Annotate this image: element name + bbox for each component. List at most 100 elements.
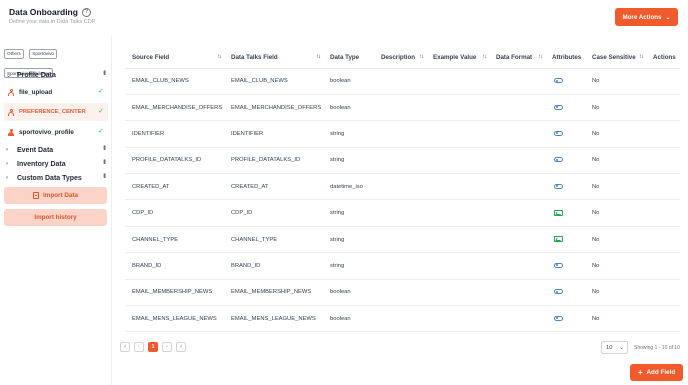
case-sensitive-cell: No (585, 252, 646, 280)
source-field-cell: CREATED_AT (125, 173, 224, 201)
showing-count: Showing 1 - 10 of 10 (634, 345, 680, 351)
column-header-label: Data Talks Field (231, 54, 278, 62)
per-page-select[interactable]: 10 ⌄ (601, 341, 628, 354)
column-header[interactable]: Case Sensitive ↑↓ (585, 48, 646, 69)
data-type-cell: boolean (323, 68, 374, 95)
toggle-icon[interactable] (554, 104, 563, 110)
data-type-cell: boolean (323, 305, 374, 333)
data-format-cell (489, 94, 545, 122)
more-actions-button[interactable]: More Actions ⌄ (615, 8, 678, 26)
column-header[interactable]: Data Format ↑↓ (489, 48, 545, 69)
data-format-cell (489, 68, 545, 95)
table-row[interactable]: CREATED_AT CREATED_AT datetime_iso No (125, 173, 680, 201)
actions-cell (646, 252, 680, 280)
actions-cell (646, 94, 680, 122)
identity-icon[interactable] (554, 209, 563, 216)
datatalks-field-cell: EMAIL_MERCHANDISE_OFFERS (224, 94, 323, 122)
tree-profile-data[interactable]: ⌄ Profile Data ••• (0, 68, 112, 82)
sidebar: Others Sportovivo SportovivoMobileApp ⌄ … (0, 36, 112, 385)
import-history-button[interactable]: Import history (4, 209, 107, 226)
prev-page-button[interactable]: ‹ (134, 342, 144, 352)
description-cell (374, 173, 426, 201)
table-row[interactable]: EMAIL_MEMBERSHIP_NEWS EMAIL_MEMBERSHIP_NE… (125, 279, 680, 307)
column-header: Data Type (323, 48, 374, 69)
attributes-cell (545, 120, 585, 148)
document-icon (33, 192, 39, 199)
title-row: Data Onboarding ? (9, 7, 91, 17)
table-row[interactable]: EMAIL_MERCHANDISE_OFFERS EMAIL_MERCHANDIS… (125, 94, 680, 122)
chevron-right-icon: › (6, 161, 8, 167)
toggle-icon[interactable] (554, 315, 563, 321)
toggle-icon[interactable] (554, 157, 563, 163)
table-row[interactable]: CDP_ID CDP_ID string No (125, 199, 680, 227)
import-data-button[interactable]: Import Data (4, 187, 107, 204)
example-value-cell (426, 279, 489, 307)
identity-icon[interactable] (554, 236, 563, 243)
column-header-label: Source Field (132, 54, 170, 62)
column-header[interactable]: Data Talks Field ↑↓ (224, 48, 323, 69)
sort-icon[interactable]: ↑↓ (482, 54, 487, 60)
attributes-cell (545, 199, 585, 227)
toggle-icon[interactable] (554, 289, 563, 295)
actions-cell (646, 68, 680, 95)
table-row[interactable]: PROFILE_DATATALKS_ID PROFILE_DATATALKS_ID… (125, 147, 680, 175)
page-header: Data Onboarding ? Define your data in Da… (0, 0, 688, 36)
sort-icon[interactable]: ↑↓ (639, 54, 644, 60)
fields-table-container: Source Field ↑↓ Data Talks Field ↑↓ Data T… (125, 48, 685, 333)
actions-cell (646, 199, 680, 227)
add-field-button[interactable]: + Add Field (630, 364, 683, 381)
sort-icon[interactable]: ↑↓ (217, 54, 222, 60)
toggle-icon[interactable] (554, 183, 563, 189)
tree-label: Inventory Data (17, 160, 66, 168)
datatalks-field-cell: CREATED_AT (224, 173, 323, 201)
chip-sportovivo[interactable]: Sportovivo (29, 48, 57, 59)
check-icon: ✓ (98, 128, 104, 135)
chip-others[interactable]: Others (4, 48, 24, 59)
table-row[interactable]: IDENTIFIER IDENTIFIER string No (125, 120, 680, 148)
more-vertical-icon[interactable]: ••• (100, 70, 107, 74)
actions-cell (646, 305, 680, 333)
more-vertical-icon[interactable]: ••• (100, 145, 107, 149)
attributes-cell (545, 305, 585, 333)
sidebar-item-sportovivo-profile[interactable]: sportovivo_profile ✓ (4, 123, 108, 141)
toggle-icon[interactable] (554, 78, 563, 84)
column-header[interactable]: Description ↑↓ (374, 48, 426, 69)
tree-custom-data-types[interactable]: › Custom Data Types ••• (0, 171, 112, 185)
column-header: Attributes (545, 48, 585, 69)
toggle-icon[interactable] (554, 262, 563, 268)
datatalks-field-cell: PROFILE_DATATALKS_ID (224, 147, 323, 175)
more-vertical-icon[interactable]: ••• (100, 159, 107, 163)
sidebar-item-preference-center[interactable]: PREFERENCE_CENTER ✓ (4, 103, 108, 121)
data-type-cell: datetime_iso (323, 173, 374, 201)
case-sensitive-cell: No (585, 147, 646, 175)
attributes-cell (545, 226, 585, 254)
toggle-icon[interactable] (554, 130, 563, 136)
last-page-button[interactable]: » (176, 342, 186, 352)
sort-icon[interactable]: ↑↓ (316, 54, 321, 60)
sort-icon[interactable]: ↑↓ (538, 54, 543, 60)
case-sensitive-cell: No (585, 199, 646, 227)
tree-event-data[interactable]: › Event Data ••• (0, 143, 112, 157)
table-row[interactable]: EMAIL_MENS_LEAGUE_NEWS EMAIL_MENS_LEAGUE_… (125, 305, 680, 333)
datatalks-field-cell: EMAIL_MENS_LEAGUE_NEWS (224, 305, 323, 333)
page-button-current[interactable]: 1 (148, 342, 158, 352)
tree-inventory-data[interactable]: › Inventory Data ••• (0, 157, 112, 171)
example-value-cell (426, 173, 489, 201)
sidebar-item-file-upload[interactable]: file_upload ✓ (4, 83, 108, 101)
next-page-button[interactable]: › (162, 342, 172, 352)
sort-icon[interactable]: ↑↓ (419, 54, 424, 60)
description-cell (374, 68, 426, 95)
column-header[interactable]: Example Value ↑↓ (426, 48, 489, 69)
page-subtitle: Define your data in Data Talks CDP (9, 19, 96, 25)
source-field-cell: EMAIL_CLUB_NEWS (125, 68, 224, 95)
chevron-down-icon: ⌄ (665, 14, 671, 21)
column-header[interactable]: Source Field ↑↓ (125, 48, 224, 69)
table-row[interactable]: BRAND_ID BRAND_ID string No (125, 252, 680, 280)
more-vertical-icon[interactable]: ••• (100, 173, 107, 177)
description-cell (374, 147, 426, 175)
table-row[interactable]: EMAIL_CLUB_NEWS EMAIL_CLUB_NEWS boolean No (125, 68, 680, 95)
help-icon[interactable]: ? (81, 7, 91, 17)
first-page-button[interactable]: « (120, 342, 130, 352)
table-row[interactable]: CHANNEL_TYPE CHANNEL_TYPE string No (125, 226, 680, 254)
source-field-cell: EMAIL_MEMBERSHIP_NEWS (125, 279, 224, 307)
